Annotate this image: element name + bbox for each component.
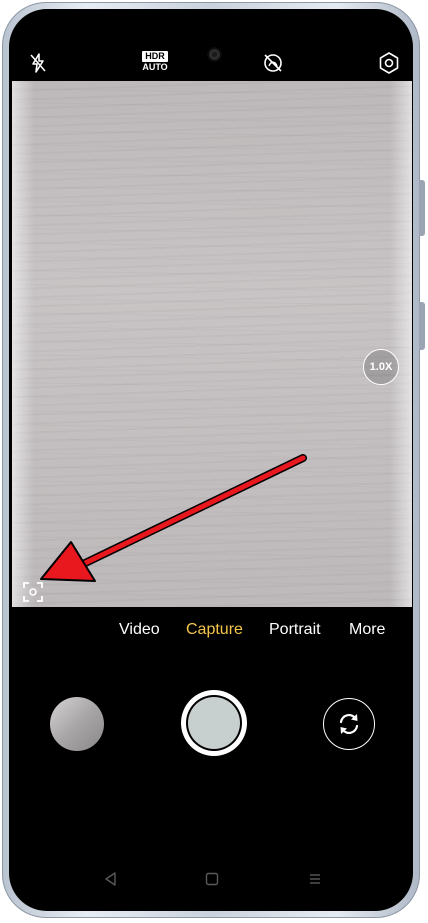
viewfinder[interactable] [12, 81, 412, 607]
hdr-auto-icon[interactable]: HDR AUTO [140, 51, 170, 75]
mode-video[interactable]: Video [119, 621, 160, 639]
front-camera-lens [209, 49, 220, 60]
gallery-thumbnail[interactable] [50, 697, 104, 751]
phone-frame: HDR AUTO 1.0X Video Capture Portrait Mor… [2, 2, 425, 918]
back-triangle-icon[interactable] [99, 867, 123, 891]
filter-off-icon[interactable] [259, 49, 287, 77]
power-button [419, 302, 425, 350]
shutter-button[interactable] [181, 690, 247, 756]
hdr-label: HDR [142, 51, 168, 62]
mode-capture[interactable]: Capture [186, 621, 243, 639]
settings-hexagon-icon[interactable] [375, 49, 403, 77]
zoom-level-button[interactable]: 1.0X [363, 349, 399, 385]
flash-off-icon[interactable] [24, 49, 52, 77]
home-square-icon[interactable] [200, 867, 224, 891]
switch-camera-button[interactable] [323, 698, 375, 750]
screen-edge-highlight-right [390, 81, 412, 607]
hdr-mode: AUTO [142, 62, 168, 72]
switch-camera-icon [339, 714, 359, 734]
mode-more[interactable]: More [349, 621, 385, 639]
shutter-inner [188, 697, 240, 749]
top-toolbar: HDR AUTO [9, 9, 413, 81]
volume-button [419, 180, 425, 236]
mode-portrait[interactable]: Portrait [269, 621, 321, 639]
focus-frame-icon[interactable] [22, 581, 44, 603]
system-nav-bar [9, 867, 413, 891]
screen-edge-highlight-left [12, 81, 34, 607]
mode-selector: Video Capture Portrait More [9, 621, 413, 645]
menu-lines-icon[interactable] [303, 867, 327, 891]
camera-screen: HDR AUTO 1.0X Video Capture Portrait Mor… [9, 9, 413, 911]
